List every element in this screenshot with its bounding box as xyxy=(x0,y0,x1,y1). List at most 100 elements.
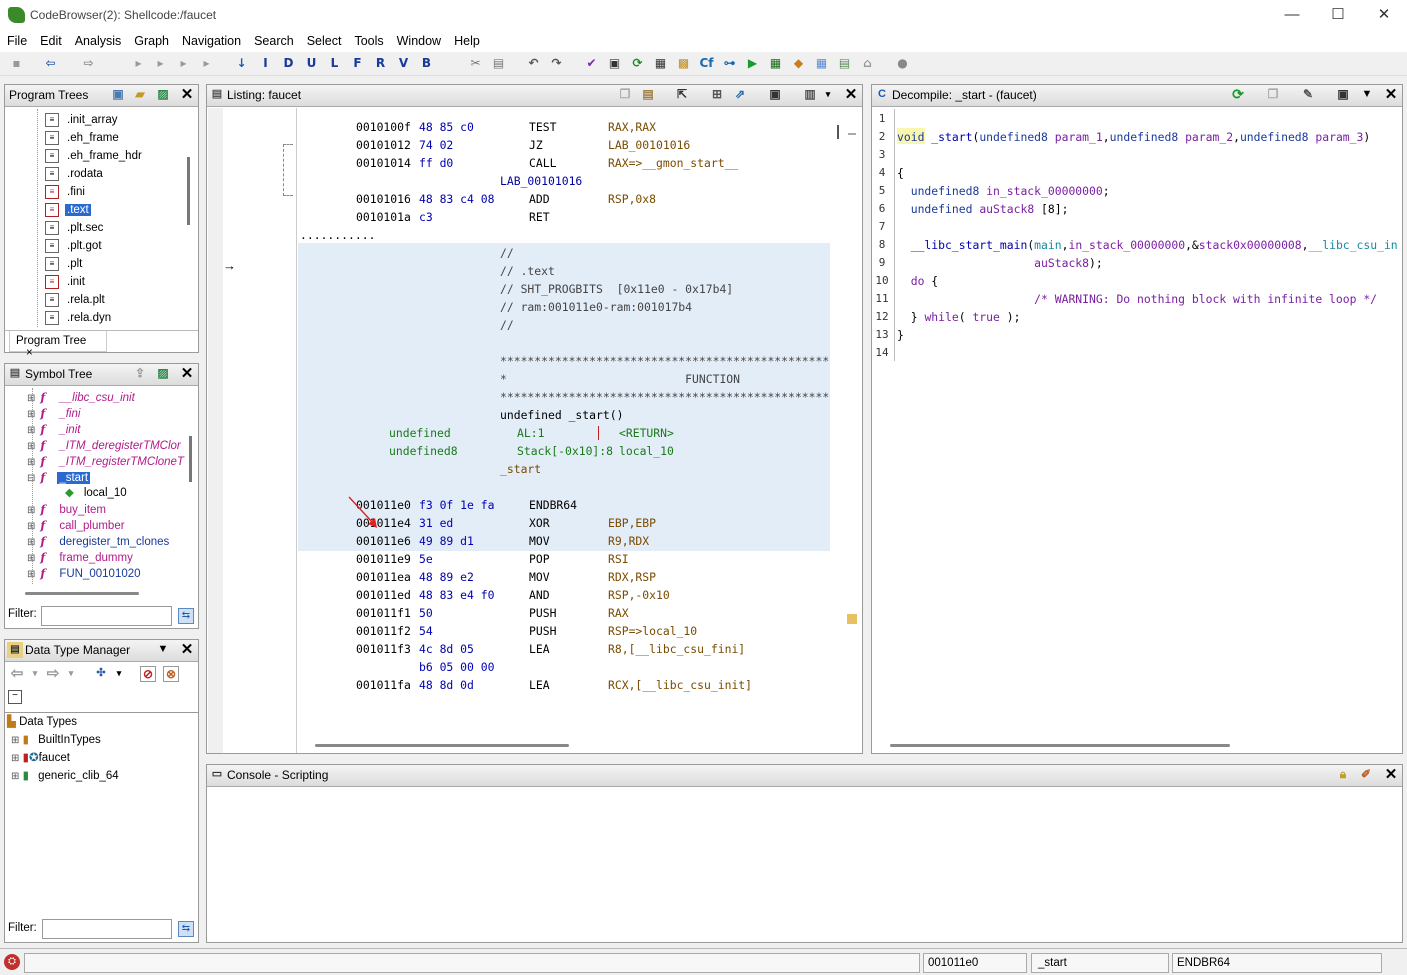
program-tree-item[interactable]: ≡ .rela.dyn xyxy=(45,309,113,327)
paste-icon[interactable]: ▤ xyxy=(490,55,507,72)
maximize-button[interactable]: ☐ xyxy=(1315,0,1361,32)
program-tree-item[interactable]: ≡ .text xyxy=(45,201,91,219)
expand-icon[interactable]: ⊞ xyxy=(27,425,35,436)
decompile-line[interactable]: do { xyxy=(897,272,938,290)
program-tree-item[interactable]: ≡ .eh_frame_hdr xyxy=(45,147,144,165)
comment-line[interactable]: // ram:001011e0-ram:001017b4 xyxy=(298,298,830,316)
collapse-all-icon[interactable]: − xyxy=(8,690,22,704)
listing-hscrollbar[interactable] xyxy=(315,744,569,747)
symbol-tree-vscrollbar[interactable] xyxy=(189,436,192,482)
decompile-line[interactable]: undefined8 in_stack_00000000; xyxy=(897,182,1110,200)
table-icon[interactable]: ▦ xyxy=(813,55,830,72)
menu-search[interactable]: Search xyxy=(247,32,300,48)
undo-icon[interactable]: ↶ xyxy=(525,55,542,72)
listing-line[interactable]: 001011ea 48 89 e2 MOV RDX,RSP xyxy=(298,568,830,586)
program-tree-item[interactable]: ≡ .init_array xyxy=(45,111,120,129)
decompile-line[interactable]: } while( true ); xyxy=(897,308,1021,326)
dtm-arrows-menu-icon[interactable]: ▾ xyxy=(111,666,127,682)
comment-line[interactable]: // xyxy=(298,316,830,334)
dtm-forward-menu-icon[interactable]: ▾ xyxy=(63,666,79,682)
decompile-line[interactable]: { xyxy=(897,164,904,182)
panel-menu-chevron-icon[interactable]: ▼ xyxy=(155,642,171,658)
program-tree-item[interactable]: ≡ .plt.got xyxy=(45,237,104,255)
decompile-code[interactable]: void _start(undefined8 param_1,undefined… xyxy=(897,109,1402,709)
close-panel-icon[interactable]: ✕ xyxy=(179,642,195,658)
param-line[interactable]: undefined8 Stack[-0x10]:8 local_10 xyxy=(298,442,830,460)
expand-icon[interactable]: ⊞ xyxy=(11,753,19,764)
program-tree-item[interactable]: ≡ .rodata xyxy=(45,165,105,183)
function-graph-icon[interactable]: ⊶ xyxy=(721,55,738,72)
program-tree-item[interactable]: ≡ .rela.plt xyxy=(45,291,107,309)
nav-undefined-icon[interactable]: U xyxy=(303,55,320,72)
decompile-line[interactable]: __libc_start_main(main,in_stack_00000000… xyxy=(897,236,1398,254)
label-line[interactable]: _start xyxy=(298,460,830,478)
close-panel-icon[interactable]: ✕ xyxy=(179,366,195,382)
program-tree-item[interactable]: ≡ .plt xyxy=(45,255,84,273)
nav-instruction-icon[interactable]: I xyxy=(257,55,274,72)
tree-row[interactable]: ▙ Data Types xyxy=(7,713,77,731)
listing-body[interactable]: d5 2f 00 000010100f48 85 c0TESTRAX,RAX00… xyxy=(298,108,830,738)
new-tree-icon[interactable]: ▣ xyxy=(110,87,126,103)
signature-line[interactable]: undefined _start() xyxy=(298,406,830,424)
nav-next-data-icon[interactable]: ▸ xyxy=(175,55,192,72)
blank-line[interactable] xyxy=(298,334,830,352)
nav-label-icon[interactable]: L xyxy=(326,55,343,72)
program-tree-item[interactable]: ≡ .eh_frame xyxy=(45,129,121,147)
close-panel-icon[interactable]: ✕ xyxy=(1383,87,1399,103)
nav-function-icon[interactable]: F xyxy=(349,55,366,72)
expand-icon[interactable]: ⊞ xyxy=(27,521,35,532)
lock-icon[interactable]: 🔒︎ xyxy=(1335,767,1351,783)
tool-icon[interactable]: ⌂ xyxy=(859,55,876,72)
menu-help[interactable]: Help xyxy=(447,32,486,48)
panel-menu-chevron-icon[interactable]: ▾ xyxy=(820,87,836,103)
menu-navigation[interactable]: Navigation xyxy=(175,32,247,48)
redo-icon[interactable]: ↷ xyxy=(548,55,565,72)
edit-icon[interactable]: ✎ xyxy=(1300,87,1316,103)
listing-line[interactable]: 001011e6 49 89 d1 MOV R9,RDX xyxy=(298,532,830,550)
panel-menu-chevron-icon[interactable]: ▼ xyxy=(1359,87,1375,103)
listing-line[interactable]: 001011ed 48 83 e4 f0 AND RSP,-0x10 xyxy=(298,586,830,604)
filter-options-icon[interactable]: ⇆ xyxy=(178,608,194,624)
decompiler-icon[interactable]: Cf xyxy=(698,55,715,72)
nav-value-icon[interactable]: V xyxy=(395,55,412,72)
snapshot-icon[interactable]: ▣ xyxy=(1335,87,1351,103)
listing-vscroll-thumb[interactable] xyxy=(837,125,839,139)
decompile-line[interactable]: void _start(undefined8 param_1,undefined… xyxy=(897,128,1370,146)
comment-line[interactable]: ****************************************… xyxy=(298,388,830,406)
paste-icon[interactable]: ▤ xyxy=(640,87,656,103)
symbol-tree-item[interactable]: ⊞ f FUN_00101020 xyxy=(27,564,143,582)
decompile-line[interactable]: } xyxy=(897,326,904,344)
separator-line[interactable]: ........... xyxy=(298,226,830,244)
cut-icon[interactable]: ✂ xyxy=(467,55,484,72)
nav-next-undefined-icon[interactable]: ▸ xyxy=(198,55,215,72)
decompile-line[interactable]: auStack8); xyxy=(897,254,1103,272)
bytes-viewer-icon[interactable]: ▣ xyxy=(606,55,623,72)
back-icon[interactable]: ⇦ xyxy=(42,55,59,72)
listing-line[interactable]: 00101016 48 83 c4 08 ADD RSP,0x8 xyxy=(298,190,830,208)
dtm-forward-icon[interactable]: ⇨ xyxy=(45,666,61,682)
dtm-back-menu-icon[interactable]: ▾ xyxy=(27,666,43,682)
menu-file[interactable]: File xyxy=(0,32,33,48)
expand-icon[interactable]: ⊞ xyxy=(27,409,35,420)
minimize-button[interactable]: — xyxy=(1269,0,1315,32)
program-tree-item[interactable]: ≡ .fini xyxy=(45,183,87,201)
filter-options-icon[interactable]: ⇆ xyxy=(178,921,194,937)
expand-icon[interactable]: ⊞ xyxy=(27,553,35,564)
expand-icon[interactable]: ⊞ xyxy=(11,735,19,746)
expand-icon[interactable]: ⊞ xyxy=(27,537,35,548)
window-icon[interactable]: ▤ xyxy=(836,55,853,72)
tree-row[interactable]: ⊞ ▮✪faucet xyxy=(11,749,70,767)
expand-icon[interactable]: ⊞ xyxy=(27,505,35,516)
copy-icon[interactable]: ❐ xyxy=(617,87,633,103)
dtm-filter2-icon[interactable]: ⊗ xyxy=(163,666,179,682)
forward-icon[interactable]: ⇨ xyxy=(80,55,97,72)
dtm-filter-icon[interactable]: ⊘ xyxy=(140,666,156,682)
close-window-button[interactable]: ✕ xyxy=(1361,0,1407,32)
symbol-filter-input[interactable] xyxy=(41,606,172,626)
listing-line[interactable]: 00101012 74 02 JZ LAB_00101016 xyxy=(298,136,830,154)
refresh-icon[interactable]: ⟳ xyxy=(629,55,646,72)
expand-icon[interactable]: ⊟ xyxy=(27,473,35,484)
decompile-hscrollbar[interactable] xyxy=(890,744,1230,747)
nav-data-icon[interactable]: D xyxy=(280,55,297,72)
display-options-icon[interactable]: ▥ xyxy=(802,87,818,103)
